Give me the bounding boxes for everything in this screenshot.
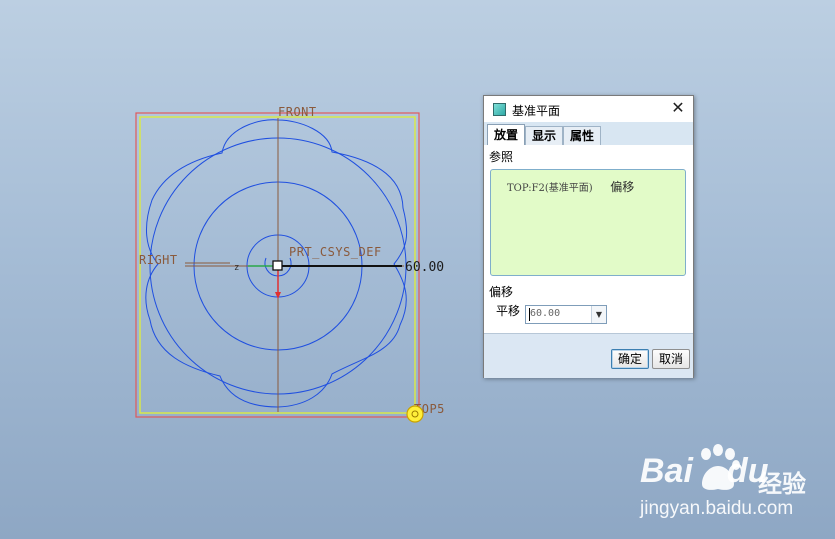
- plane-drag-handle[interactable]: [272, 260, 283, 271]
- dialog-footer: 确定 取消: [484, 333, 693, 378]
- translate-label: 平移: [496, 304, 521, 318]
- dialog-tabs: 放置 显示 属性: [484, 122, 693, 146]
- corner-drag-handle[interactable]: [406, 405, 424, 423]
- dialog-title: 基准平面: [512, 104, 561, 118]
- offset-section-label: 偏移: [489, 285, 514, 299]
- dialog-titlebar[interactable]: 基准平面 ✕: [484, 96, 693, 122]
- csys-label: PRT_CSYS_DEF: [289, 245, 382, 259]
- csys-z-letter: z: [234, 263, 239, 273]
- ok-button[interactable]: 确定: [611, 349, 649, 369]
- reference-item[interactable]: TOP:F2(基准平面) 偏移: [507, 178, 634, 195]
- csys-y-arrow: [275, 292, 281, 299]
- chevron-down-icon[interactable]: ▼: [591, 306, 606, 323]
- front-label: FRONT: [278, 105, 317, 119]
- watermark-cn: 经验: [758, 470, 806, 498]
- datum-plane-icon: [493, 103, 506, 116]
- cancel-button[interactable]: 取消: [652, 349, 690, 369]
- watermark-url: jingyan.baidu.com: [640, 498, 794, 519]
- translate-input[interactable]: 60.00 ▼: [525, 305, 607, 324]
- reference-constraint[interactable]: 偏移: [610, 180, 634, 194]
- translate-value: 60.00: [530, 308, 561, 319]
- tab-properties[interactable]: 属性: [563, 126, 601, 145]
- tab-display[interactable]: 显示: [525, 126, 563, 145]
- datum-plane-dialog: 基准平面 ✕ 放置 显示 属性 参照 TOP:F2(基准平面) 偏移 偏移 平移…: [483, 95, 694, 378]
- offset-dimension-value[interactable]: 60.00: [405, 260, 444, 275]
- tab-placement[interactable]: 放置: [487, 124, 525, 146]
- close-icon[interactable]: ✕: [670, 100, 686, 116]
- references-list[interactable]: TOP:F2(基准平面) 偏移: [490, 169, 686, 276]
- right-label: RIGHT: [139, 253, 178, 267]
- reference-name: TOP:F2(基准平面): [507, 183, 593, 194]
- references-label: 参照: [489, 150, 514, 164]
- paw-logo-icon: [701, 444, 740, 490]
- baidu-watermark: Bai du 经验 jingyan.baidu.com: [640, 440, 830, 530]
